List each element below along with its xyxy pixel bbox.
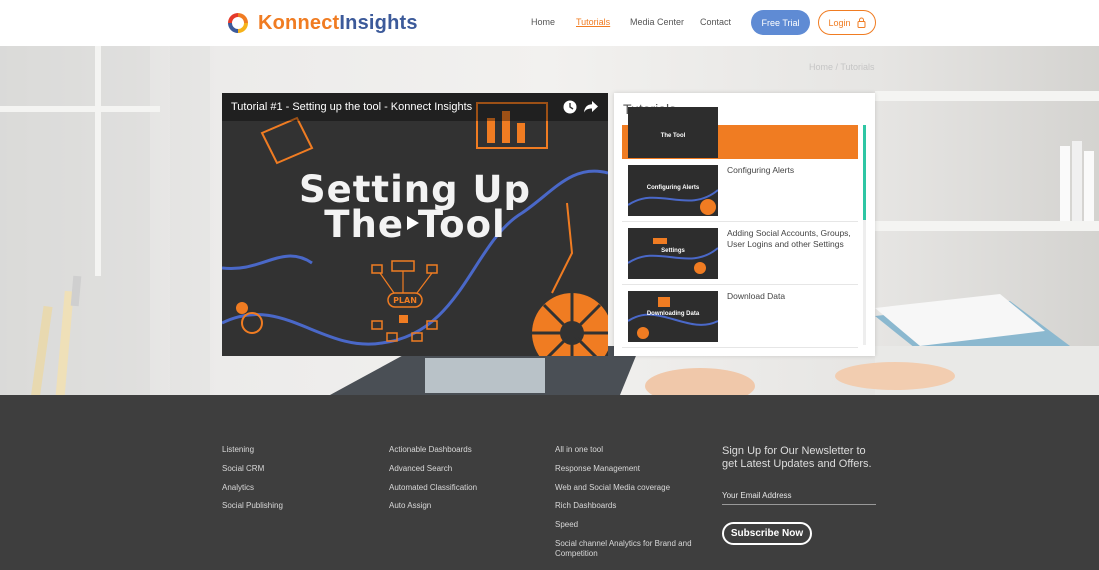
- login-label: Login: [828, 17, 851, 28]
- tutorial-thumbnail: Settings: [628, 228, 718, 279]
- footer-link-auto-assign[interactable]: Auto Assign: [389, 501, 431, 510]
- footer-link-actionable-dashboards[interactable]: Actionable Dashboards: [389, 445, 472, 454]
- footer-link-social-channel-analytics[interactable]: Social channel Analytics for Brand and: [555, 539, 692, 548]
- footer-link-speed[interactable]: Speed: [555, 520, 578, 529]
- site-header: KonnectInsights Home Tutorials Media Cen…: [0, 0, 1099, 46]
- tutorial-title: Download Data: [727, 291, 786, 301]
- tutorial-thumbnail: Downloading Data: [628, 291, 718, 342]
- footer-link-advanced-search[interactable]: Advanced Search: [389, 464, 452, 473]
- play-icon[interactable]: [406, 215, 420, 231]
- footer-link-social-publishing[interactable]: Social Publishing: [222, 501, 283, 510]
- tutorial-thumbnail: Configuring Alerts: [628, 165, 718, 216]
- tutorial-thumbnail: The Tool: [628, 107, 718, 158]
- tutorial-item-adding-social-accounts[interactable]: Settings Adding Social Accounts, Groups,…: [622, 222, 858, 285]
- lock-icon: [857, 17, 866, 28]
- watch-later-icon[interactable]: [563, 100, 577, 114]
- tutorial-item-configuring-alerts[interactable]: Configuring Alerts Configuring Alerts: [622, 159, 858, 222]
- login-button[interactable]: Login: [818, 10, 876, 35]
- subscribe-label: Subscribe Now: [730, 528, 804, 539]
- tutorial-item-download-data[interactable]: Downloading Data Download Data: [622, 285, 858, 348]
- newsletter-title: Sign Up for Our Newsletter to get Latest…: [722, 445, 872, 470]
- share-icon[interactable]: [584, 101, 598, 113]
- video-title[interactable]: Tutorial #1 - Setting up the tool - Konn…: [231, 101, 472, 113]
- logo-icon: [228, 13, 248, 33]
- footer-link-competition[interactable]: Competition: [555, 549, 598, 558]
- nav-tutorials[interactable]: Tutorials: [576, 17, 610, 27]
- tutorial-title: Configuring Alerts: [727, 165, 795, 175]
- tutorials-panel: Tutorials The Tool Configuring Alerts Co…: [614, 93, 875, 356]
- thumbnail-text: Settings: [661, 248, 685, 254]
- thumbnail-text: Configuring Alerts: [646, 185, 700, 191]
- breadcrumb: Home / Tutorials: [809, 62, 875, 72]
- plan-label: PLAN: [393, 296, 417, 305]
- newsletter-email-input[interactable]: [722, 487, 876, 505]
- footer-link-listening[interactable]: Listening: [222, 445, 254, 454]
- free-trial-button[interactable]: Free Trial: [751, 10, 810, 35]
- brand-name: KonnectInsights: [258, 12, 418, 35]
- footer-link-analytics[interactable]: Analytics: [222, 483, 254, 492]
- brand-part-2: Insights: [339, 11, 418, 34]
- subscribe-button[interactable]: Subscribe Now: [722, 522, 812, 545]
- tutorial-item-1-active[interactable]: The Tool: [622, 107, 858, 159]
- thumbnail-text: The Tool: [660, 133, 686, 139]
- footer-link-rich-dashboards[interactable]: Rich Dashboards: [555, 501, 616, 510]
- free-trial-label: Free Trial: [761, 17, 800, 28]
- nav-contact[interactable]: Contact: [700, 17, 731, 27]
- footer-link-response-management[interactable]: Response Management: [555, 464, 640, 473]
- thumbnail-text: Downloading Data: [646, 311, 700, 317]
- brand-part-1: Konnect: [258, 11, 340, 34]
- footer-link-social-crm[interactable]: Social CRM: [222, 464, 264, 473]
- site-footer: Listening Social CRM Analytics Social Pu…: [0, 395, 1099, 570]
- nav-media-center[interactable]: Media Center: [630, 17, 684, 27]
- nav-home[interactable]: Home: [531, 17, 555, 27]
- footer-link-all-in-one-tool[interactable]: All in one tool: [555, 445, 603, 454]
- tutorials-scrollbar-thumb[interactable]: [863, 125, 866, 220]
- tutorial-title: Adding Social Accounts, Groups, User Log…: [727, 228, 851, 249]
- logo[interactable]: KonnectInsights: [222, 9, 418, 37]
- footer-link-web-social-coverage[interactable]: Web and Social Media coverage: [555, 483, 670, 492]
- footer-link-automated-classification[interactable]: Automated Classification: [389, 483, 477, 492]
